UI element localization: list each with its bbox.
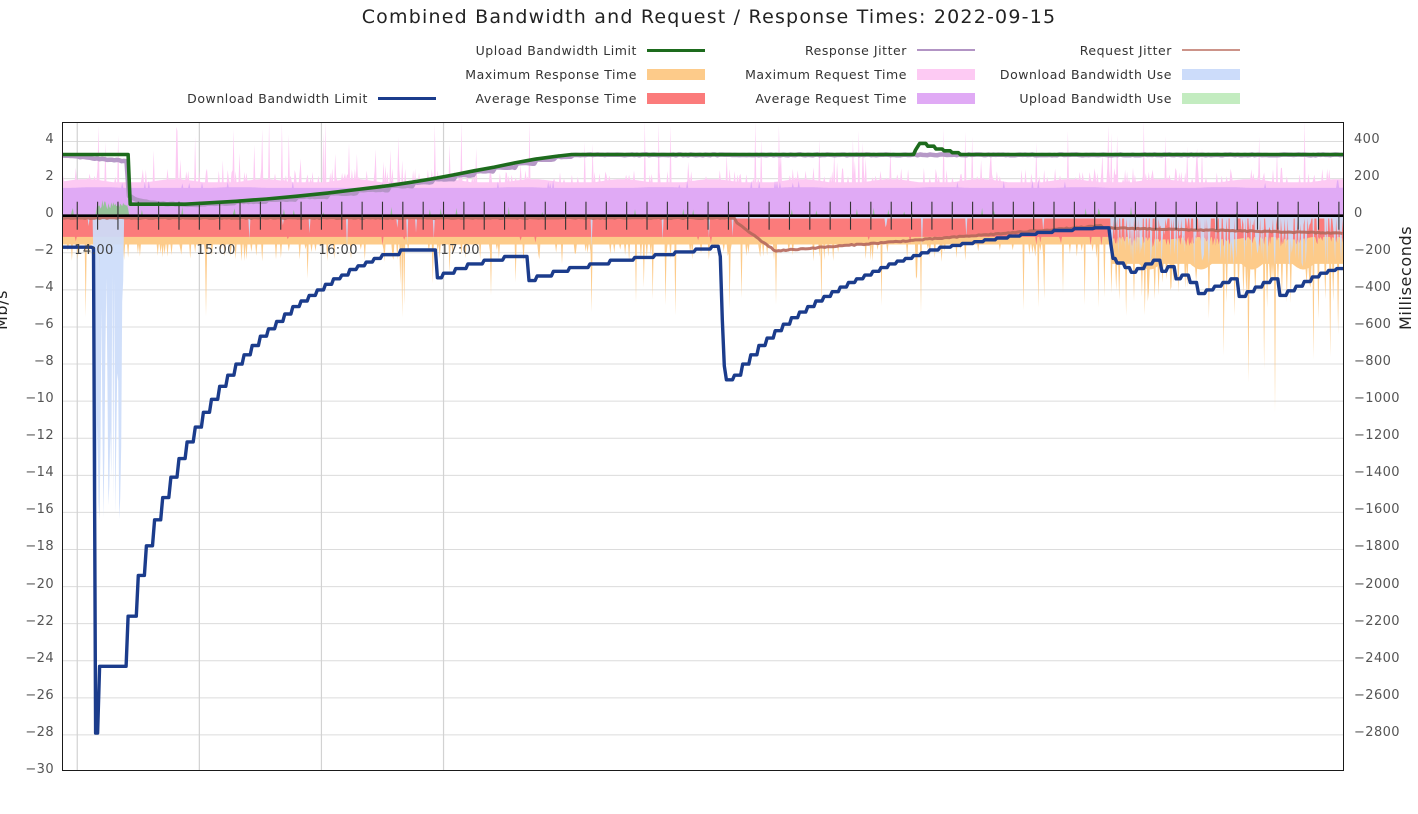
y-axis-right-tick: −1400 xyxy=(1354,465,1400,481)
series-maximum-response-time xyxy=(63,215,1343,412)
legend-line-swatch xyxy=(647,48,705,52)
chart-legend: Download Bandwidth Limit Upload Bandwidth… xyxy=(0,38,1418,110)
x-axis-tick: 15:00 xyxy=(196,242,236,258)
y-axis-left-tick: −16 xyxy=(25,502,54,518)
y-axis-left-tick: −2 xyxy=(34,242,54,258)
legend-item-label: Response Jitter xyxy=(804,42,907,58)
legend-item: Maximum Request Time xyxy=(725,62,975,86)
y-axis-left-tick: −28 xyxy=(25,724,54,740)
x-axis-tick: 16:00 xyxy=(318,242,358,258)
legend-line-swatch xyxy=(917,49,975,51)
legend-column-3: Request Jitter Download Bandwidth Use Uplo… xyxy=(990,38,1240,110)
legend-color-swatch xyxy=(1182,92,1240,104)
y-axis-left-tick: −30 xyxy=(25,762,54,777)
legend-item: Average Request Time xyxy=(725,86,975,110)
y-axis-right-tick: −2600 xyxy=(1354,687,1400,703)
legend-item-label: Request Jitter xyxy=(1079,42,1172,58)
x-axis-tick: 17:00 xyxy=(440,242,480,258)
y-axis-right-tick: −1000 xyxy=(1354,391,1400,407)
y-axis-right-tick: −2200 xyxy=(1354,613,1400,629)
y-axis-left-tick: −18 xyxy=(25,539,54,555)
chart-page: Combined Bandwidth and Request / Respons… xyxy=(0,0,1418,814)
y-axis-left-tick: 0 xyxy=(45,205,54,221)
legend-column-2: Response Jitter Maximum Request Time Avera… xyxy=(725,38,975,110)
y-axis-left-tick: −14 xyxy=(25,465,54,481)
legend-color-swatch xyxy=(647,92,705,104)
legend-column-0: Download Bandwidth Limit xyxy=(186,38,436,110)
series-download-bandwidth-limit xyxy=(63,226,1343,735)
y-axis-left-tick: −24 xyxy=(25,650,54,666)
legend-item-label: Maximum Response Time xyxy=(465,66,637,82)
y-axis-right-tick: −1600 xyxy=(1354,502,1400,518)
page-title: Combined Bandwidth and Request / Respons… xyxy=(361,6,1057,28)
y-axis-left-tick: −26 xyxy=(25,687,54,703)
legend-column-1: Upload Bandwidth Limit Maximum Response T… xyxy=(455,38,705,110)
legend-color-swatch xyxy=(647,68,705,80)
y-axis-left-tick: −6 xyxy=(34,316,54,332)
legend-item: Response Jitter xyxy=(725,38,975,62)
legend-spacer xyxy=(186,38,436,62)
legend-item: Upload Bandwidth Use xyxy=(990,86,1240,110)
y-axis-left-tick: 2 xyxy=(45,168,54,184)
y-axis-right-tick: −1200 xyxy=(1354,428,1400,444)
y-axis-left-title: Mb/s xyxy=(0,289,11,330)
legend-item-label: Upload Bandwidth Use xyxy=(1019,90,1172,106)
y-axis-right-tick: −1800 xyxy=(1354,539,1400,555)
legend-color-swatch xyxy=(917,68,975,80)
y-axis-right-tick: −200 xyxy=(1354,242,1392,258)
legend-item: Average Response Time xyxy=(455,86,705,110)
legend-item: Request Jitter xyxy=(990,38,1240,62)
legend-color-swatch xyxy=(917,92,975,104)
y-axis-left-tick: −12 xyxy=(25,428,54,444)
plot-area xyxy=(62,122,1344,771)
y-axis-right-tick: 200 xyxy=(1354,168,1381,184)
y-axis-right-title: Milliseconds xyxy=(1396,225,1415,330)
y-axis-left-tick: −8 xyxy=(34,354,54,370)
y-axis-right-tick: −2000 xyxy=(1354,576,1400,592)
legend-item-label: Maximum Request Time xyxy=(745,66,907,82)
legend-item: Download Bandwidth Limit xyxy=(186,86,436,110)
legend-spacer xyxy=(186,62,436,86)
legend-item-label: Download Bandwidth Limit xyxy=(187,90,368,106)
y-axis-right-tick: −2400 xyxy=(1354,650,1400,666)
legend-item-label: Upload Bandwidth Limit xyxy=(475,42,637,58)
y-axis-right-tick: −2800 xyxy=(1354,724,1400,740)
y-axis-left-tick: −4 xyxy=(34,279,54,295)
legend-item-label: Average Request Time xyxy=(755,90,907,106)
y-axis-right-tick: −800 xyxy=(1354,354,1392,370)
y-axis-left-tick: −20 xyxy=(25,576,54,592)
y-axis-right-tick: 400 xyxy=(1354,131,1381,147)
y-axis-right-tick: 0 xyxy=(1354,205,1363,221)
y-axis-right-tick: −600 xyxy=(1354,316,1392,332)
legend-item-label: Average Response Time xyxy=(475,90,637,106)
legend-item: Download Bandwidth Use xyxy=(990,62,1240,86)
legend-item: Maximum Response Time xyxy=(455,62,705,86)
y-axis-right-tick: −400 xyxy=(1354,279,1392,295)
y-axis-left-tick: −22 xyxy=(25,613,54,629)
x-axis-tick: 14:00 xyxy=(74,242,114,258)
legend-color-swatch xyxy=(1182,68,1240,80)
y-axis-left-tick: −10 xyxy=(25,391,54,407)
plot-canvas xyxy=(63,123,1343,770)
legend-line-swatch xyxy=(378,96,436,100)
legend-item: Upload Bandwidth Limit xyxy=(455,38,705,62)
legend-item-label: Download Bandwidth Use xyxy=(999,66,1172,82)
legend-line-swatch xyxy=(1182,49,1240,51)
y-axis-left-tick: 4 xyxy=(45,131,54,147)
